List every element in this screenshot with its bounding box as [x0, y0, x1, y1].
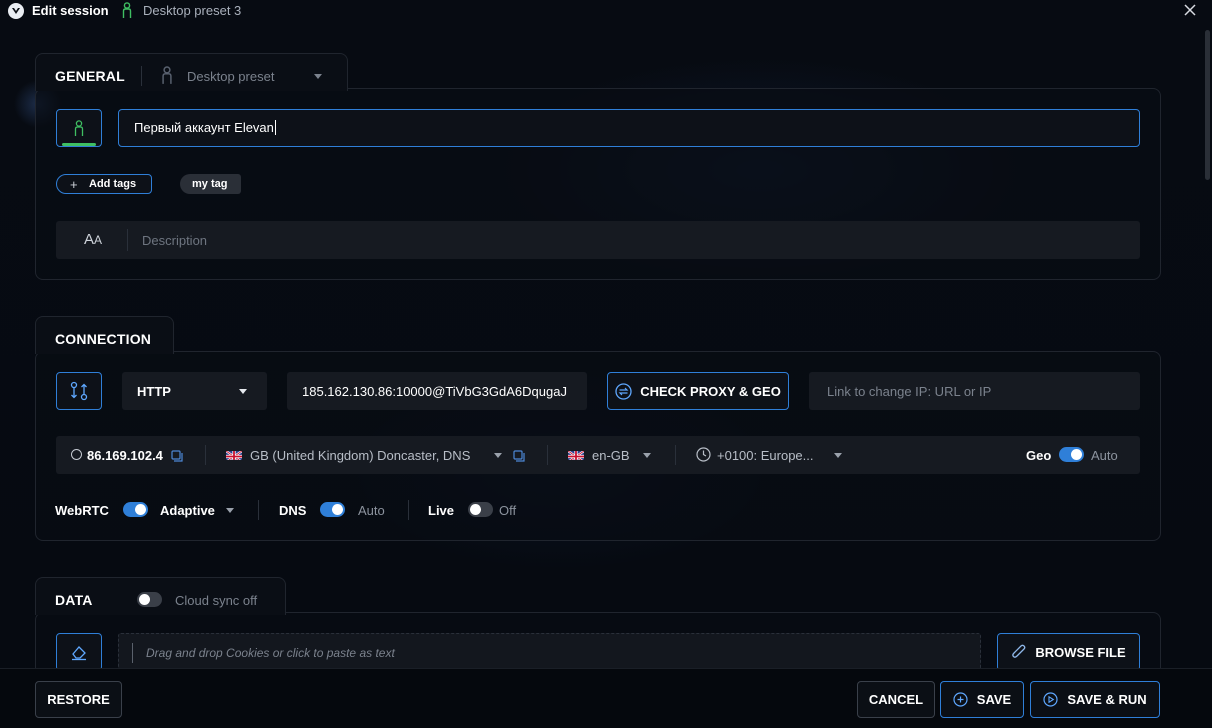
save-label: SAVE — [976, 692, 1012, 707]
check-proxy-button[interactable]: CHECK PROXY & GEO — [607, 372, 789, 410]
check-proxy-label: CHECK PROXY & GEO — [640, 383, 781, 399]
proxy-type-select[interactable]: HTTP — [122, 372, 267, 410]
chevron-down-icon — [239, 389, 247, 394]
tag-chip[interactable]: my tag — [180, 174, 241, 194]
dns-value: Auto — [358, 503, 385, 518]
cloud-sync-label: Cloud sync off — [175, 593, 258, 608]
save-and-run-button[interactable]: SAVE & RUN — [1030, 681, 1160, 718]
timezone-select[interactable]: +0100: Europe... — [717, 448, 814, 463]
ip-status-icon — [71, 449, 82, 460]
app-logo-icon — [8, 3, 24, 19]
cloud-sync-toggle[interactable] — [137, 592, 162, 607]
person-icon — [160, 66, 174, 90]
font-style-icon: AA — [84, 231, 103, 248]
preset-select[interactable]: Desktop preset — [160, 66, 330, 86]
tag-label: my tag — [192, 178, 228, 190]
preset-select-label: Desktop preset — [187, 69, 275, 84]
cookies-input[interactable]: Drag and drop Cookies or click to paste … — [118, 633, 981, 671]
swap-icon — [615, 382, 632, 400]
language-select[interactable]: en-GB — [592, 448, 630, 463]
paperclip-icon — [1012, 644, 1026, 658]
geo-location: GB (United Kingdom) Doncaster, DNS — [250, 448, 471, 463]
geo-value: Auto — [1091, 448, 1118, 463]
change-ip-input[interactable]: Link to change IP: URL or IP — [809, 372, 1140, 410]
cookies-placeholder: Drag and drop Cookies or click to paste … — [146, 646, 395, 660]
section-title-connection: CONNECTION — [55, 331, 152, 347]
ip-address: 86.169.102.4 — [87, 448, 163, 463]
proxy-type-value: HTTP — [137, 384, 171, 399]
proxy-value: 185.162.130.86:10000@TiVbG3GdA6DqugaJ — [302, 384, 567, 399]
proxy-input[interactable]: 185.162.130.86:10000@TiVbG3GdA6DqugaJ — [287, 372, 587, 410]
window-preset-name: Desktop preset 3 — [143, 3, 242, 18]
geo-label: Geo — [1026, 448, 1052, 463]
browse-file-label: BROWSE FILE — [1035, 644, 1126, 660]
section-title-data: DATA — [55, 592, 93, 608]
profile-avatar-button[interactable] — [56, 109, 102, 147]
live-toggle[interactable] — [468, 502, 493, 517]
clear-cookies-button[interactable] — [56, 633, 102, 671]
restore-button[interactable]: RESTORE — [35, 681, 122, 718]
webrtc-mode-select[interactable]: Adaptive — [160, 503, 215, 518]
profile-name-value: Первый аккаунт Elevan — [134, 120, 274, 135]
add-tags-button[interactable]: + Add tags — [56, 174, 152, 194]
play-circle-icon — [1043, 692, 1058, 707]
dns-label: DNS — [279, 503, 307, 518]
profile-name-input[interactable]: Первый аккаунт Elevan — [118, 109, 1140, 147]
webrtc-toggle[interactable] — [123, 502, 148, 517]
plus-icon: + — [70, 177, 78, 192]
dns-toggle[interactable] — [320, 502, 345, 517]
chevron-down-icon[interactable] — [643, 453, 651, 458]
close-icon[interactable] — [1182, 2, 1198, 18]
chevron-down-icon[interactable] — [834, 453, 842, 458]
chevron-down-icon[interactable] — [494, 453, 502, 458]
person-icon — [74, 119, 84, 136]
window-title: Edit session — [32, 3, 109, 18]
eraser-icon — [72, 646, 86, 661]
copy-icon[interactable] — [513, 449, 525, 462]
uk-flag-icon — [226, 449, 242, 460]
section-title-general: GENERAL — [55, 68, 125, 84]
uk-flag-icon — [568, 449, 584, 460]
save-button[interactable]: SAVE — [940, 681, 1024, 718]
clock-icon — [696, 447, 711, 462]
live-value: Off — [499, 503, 517, 518]
webrtc-label: WebRTC — [55, 503, 109, 518]
plus-circle-icon — [953, 692, 968, 707]
scrollbar[interactable] — [1205, 30, 1210, 180]
geo-toggle[interactable] — [1059, 447, 1084, 462]
cancel-button[interactable]: CANCEL — [857, 681, 935, 718]
add-tags-label: Add tags — [89, 178, 137, 190]
browse-file-button[interactable]: BROWSE FILE — [997, 633, 1140, 671]
change-ip-placeholder: Link to change IP: URL or IP — [827, 384, 992, 399]
copy-icon[interactable] — [171, 449, 183, 462]
description-field[interactable]: AA Description — [56, 221, 1140, 259]
person-icon — [121, 2, 133, 24]
chevron-down-icon[interactable] — [226, 508, 234, 513]
description-placeholder: Description — [142, 233, 208, 248]
proxy-settings-button[interactable] — [56, 372, 102, 410]
title-bar: Edit session Desktop preset 3 — [0, 0, 1212, 22]
chevron-down-icon — [314, 74, 322, 79]
connection-nodes-icon — [70, 381, 88, 401]
live-label: Live — [428, 503, 455, 518]
save-and-run-label: SAVE & RUN — [1067, 692, 1147, 707]
